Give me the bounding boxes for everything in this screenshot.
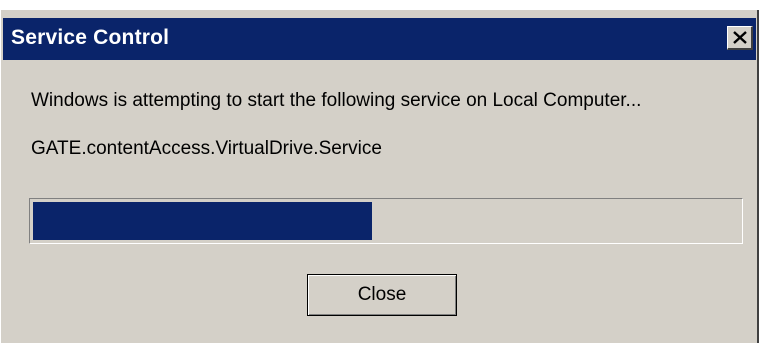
close-button[interactable]: Close	[307, 274, 457, 316]
close-button-label: Close	[357, 284, 407, 305]
service-control-dialog: Service Control Windows is attempting to…	[0, 10, 759, 343]
progress-fill	[33, 202, 372, 240]
title-close-button[interactable]	[727, 26, 753, 50]
status-message: Windows is attempting to start the follo…	[31, 90, 642, 111]
service-name: GATE.contentAccess.VirtualDrive.Service	[31, 138, 382, 159]
close-icon	[733, 31, 747, 44]
title-bar[interactable]: Service Control	[3, 18, 756, 60]
window-title: Service Control	[11, 26, 170, 49]
progress-bar	[29, 198, 743, 244]
